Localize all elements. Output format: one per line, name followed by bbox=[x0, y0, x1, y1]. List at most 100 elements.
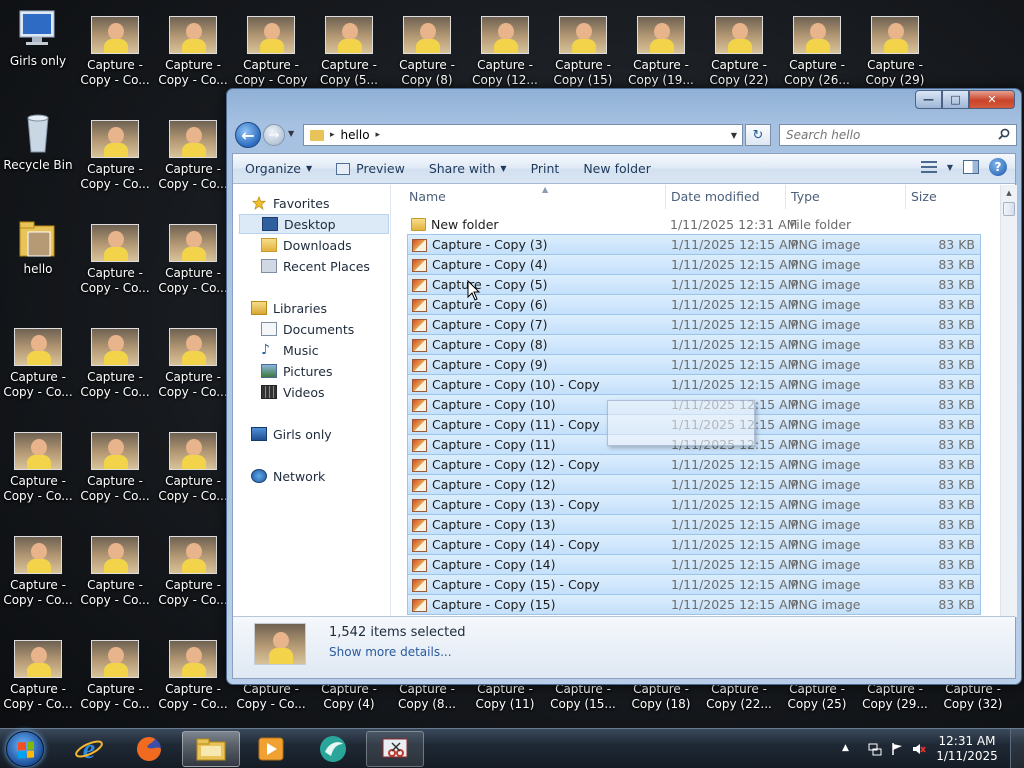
column-type[interactable]: Type bbox=[786, 185, 906, 209]
desktop-icon-capture[interactable]: Capture - Copy - Co... bbox=[77, 640, 153, 712]
desktop-icon-hello-folder[interactable]: hello bbox=[0, 216, 76, 277]
desktop-icon-capture[interactable]: Capture - Copy - Co... bbox=[77, 120, 153, 192]
desktop-icon-capture[interactable]: Capture - Copy - Co... bbox=[77, 224, 153, 296]
file-row[interactable]: Capture - Copy (4) 1/11/2025 12:15 AM PNG … bbox=[407, 254, 981, 275]
preview-pane-icon[interactable] bbox=[963, 160, 979, 174]
minimize-button[interactable]: — bbox=[915, 90, 942, 109]
taskbar-bird-app[interactable] bbox=[304, 731, 362, 767]
desktop-icon-capture[interactable]: Capture - Copy (19... bbox=[623, 16, 699, 88]
column-size[interactable]: Size bbox=[906, 185, 984, 209]
file-row[interactable]: Capture - Copy (13) 1/11/2025 12:15 AM PNG… bbox=[407, 514, 981, 535]
file-row[interactable]: Capture - Copy (5) 1/11/2025 12:15 AM PNG … bbox=[407, 274, 981, 295]
show-hidden-icons-icon[interactable]: ▲ bbox=[842, 743, 856, 757]
desktop-icon-capture[interactable]: Capture - Copy - Co... bbox=[155, 328, 231, 400]
file-row[interactable]: Capture - Copy (7) 1/11/2025 12:15 AM PNG … bbox=[407, 314, 981, 335]
new-folder-button[interactable]: New folder bbox=[571, 154, 663, 184]
file-row[interactable]: Capture - Copy (8) 1/11/2025 12:15 AM PNG … bbox=[407, 334, 981, 355]
file-row[interactable]: Capture - Copy (14) 1/11/2025 12:15 AM PNG… bbox=[407, 554, 981, 575]
print-button[interactable]: Print bbox=[519, 154, 572, 184]
address-dropdown-icon[interactable]: ▼ bbox=[731, 131, 737, 140]
close-button[interactable]: ✕ bbox=[969, 90, 1015, 109]
breadcrumb-hello[interactable]: hello bbox=[341, 128, 370, 142]
desktop-icon-capture[interactable]: Capture - Copy (26... bbox=[779, 16, 855, 88]
search-icon[interactable] bbox=[998, 128, 1010, 140]
organize-button[interactable]: Organize ▼ bbox=[233, 154, 324, 184]
show-more-details-link[interactable]: Show more details... bbox=[329, 645, 452, 659]
desktop-icon-capture[interactable]: Capture - Copy - Co... bbox=[155, 536, 231, 608]
file-row[interactable]: Capture - Copy (9) 1/11/2025 12:15 AM PNG … bbox=[407, 354, 981, 375]
desktop-icon-capture[interactable]: Capture - Copy - Co... bbox=[155, 432, 231, 504]
desktop-icon-capture[interactable]: Capture - Copy (8) bbox=[389, 16, 465, 88]
back-button[interactable]: ← bbox=[235, 122, 261, 148]
file-row[interactable]: Capture - Copy (15) - Copy 1/11/2025 12:1… bbox=[407, 574, 981, 595]
taskbar-firefox[interactable] bbox=[120, 731, 178, 767]
nav-libraries[interactable]: Libraries bbox=[251, 298, 389, 318]
search-input[interactable] bbox=[786, 128, 986, 142]
start-button[interactable] bbox=[6, 731, 44, 767]
nav-music[interactable]: ♪ Music bbox=[261, 340, 389, 360]
file-row[interactable]: Capture - Copy (14) - Copy 1/11/2025 12:1… bbox=[407, 534, 981, 555]
nav-recent-places[interactable]: Recent Places bbox=[261, 256, 389, 276]
desktop-icon-capture[interactable]: Capture - Copy - Co... bbox=[0, 432, 76, 504]
column-name[interactable]: Name ▲ bbox=[404, 185, 666, 209]
desktop-icon-capture[interactable]: Capture - Copy - Co... bbox=[77, 536, 153, 608]
change-view-icon[interactable] bbox=[920, 161, 937, 173]
help-icon[interactable]: ? bbox=[989, 158, 1007, 176]
show-desktop-button[interactable] bbox=[1010, 729, 1024, 768]
desktop-icon-capture[interactable]: Capture - Copy - Co... bbox=[155, 16, 231, 88]
file-row[interactable]: Capture - Copy (12) - Copy 1/11/2025 12:1… bbox=[407, 454, 981, 475]
desktop-icon-capture[interactable]: Capture - Copy (29) bbox=[857, 16, 933, 88]
scroll-thumb[interactable] bbox=[1003, 202, 1015, 216]
desktop-icon-capture[interactable]: Capture - Copy - Co... bbox=[0, 536, 76, 608]
nav-desktop[interactable]: Desktop bbox=[239, 214, 389, 234]
action-center-flag-icon[interactable] bbox=[890, 742, 904, 756]
desktop-icon-capture[interactable]: Capture - Copy (15) bbox=[545, 16, 621, 88]
taskbar-internet-explorer[interactable]: e bbox=[60, 731, 118, 767]
file-row[interactable]: Capture - Copy (15) 1/11/2025 12:15 AM PNG… bbox=[407, 594, 981, 615]
desktop-icon-recycle-bin[interactable]: Recycle Bin bbox=[0, 112, 76, 173]
desktop-icon-capture[interactable]: Capture - Copy (22) bbox=[701, 16, 777, 88]
desktop-icon-capture[interactable]: Capture - Copy - Co... bbox=[155, 640, 231, 712]
clock[interactable]: 12:31 AM 1/11/2025 bbox=[932, 734, 1002, 764]
share-with-button[interactable]: Share with ▼ bbox=[417, 154, 519, 184]
desktop-icon-capture[interactable]: Capture - Copy - Co... bbox=[0, 328, 76, 400]
preview-button[interactable]: Preview bbox=[324, 154, 417, 184]
desktop-icon-capture[interactable]: Capture - Copy - Co... bbox=[0, 640, 76, 712]
recent-pages-dropdown[interactable]: ▼ bbox=[288, 129, 294, 138]
desktop-icon-capture[interactable]: Capture - Copy (5... bbox=[311, 16, 387, 88]
nav-homegroup[interactable]: Girls only bbox=[251, 424, 389, 444]
network-tray-icon[interactable] bbox=[868, 742, 882, 756]
maximize-button[interactable]: □ bbox=[942, 90, 969, 109]
nav-favorites[interactable]: Favorites bbox=[251, 193, 381, 213]
search-box[interactable] bbox=[779, 124, 1017, 146]
desktop-icon-capture[interactable]: Capture - Copy - Co... bbox=[77, 328, 153, 400]
breadcrumb-separator-icon[interactable]: ▸ bbox=[376, 130, 381, 140]
scroll-up-icon[interactable]: ▲ bbox=[1001, 185, 1017, 202]
file-row[interactable]: Capture - Copy (13) - Copy 1/11/2025 12:1… bbox=[407, 494, 981, 515]
taskbar-media-player[interactable] bbox=[242, 731, 300, 767]
address-bar[interactable]: ▸ hello ▸ ▼ bbox=[303, 124, 743, 146]
desktop-icon-capture[interactable]: Capture - Copy - Co... bbox=[77, 432, 153, 504]
desktop-icon-capture[interactable]: Capture - Copy - Co... bbox=[155, 224, 231, 296]
taskbar-windows-explorer[interactable] bbox=[182, 731, 240, 767]
file-row[interactable]: Capture - Copy (6) 1/11/2025 12:15 AM PNG … bbox=[407, 294, 981, 315]
nav-pictures[interactable]: Pictures bbox=[261, 361, 389, 381]
desktop-icon-capture[interactable]: Capture - Copy - Copy bbox=[233, 16, 309, 88]
file-row[interactable]: Capture - Copy (3) 1/11/2025 12:15 AM PNG … bbox=[407, 234, 981, 255]
file-row[interactable]: Capture - Copy (12) 1/11/2025 12:15 AM PNG… bbox=[407, 474, 981, 495]
nav-downloads[interactable]: Downloads bbox=[261, 235, 389, 255]
file-row[interactable]: Capture - Copy (10) - Copy 1/11/2025 12:1… bbox=[407, 374, 981, 395]
taskbar-snipping-tool[interactable] bbox=[366, 731, 424, 767]
refresh-button[interactable]: ↻ bbox=[745, 124, 771, 146]
view-dropdown-icon[interactable]: ▼ bbox=[947, 163, 953, 172]
column-date-modified[interactable]: Date modified bbox=[666, 185, 786, 209]
forward-button[interactable]: → bbox=[263, 124, 285, 146]
nav-videos[interactable]: Videos bbox=[261, 382, 389, 402]
breadcrumb-separator-icon[interactable]: ▸ bbox=[330, 130, 335, 140]
folder-row[interactable]: New folder 1/11/2025 12:31 AM File folder bbox=[407, 214, 981, 235]
desktop-icon-capture[interactable]: Capture - Copy - Co... bbox=[77, 16, 153, 88]
nav-network[interactable]: Network bbox=[251, 466, 389, 486]
volume-muted-icon[interactable] bbox=[912, 742, 926, 756]
nav-documents[interactable]: Documents bbox=[261, 319, 389, 339]
desktop-icon-capture[interactable]: Capture - Copy - Co... bbox=[155, 120, 231, 192]
